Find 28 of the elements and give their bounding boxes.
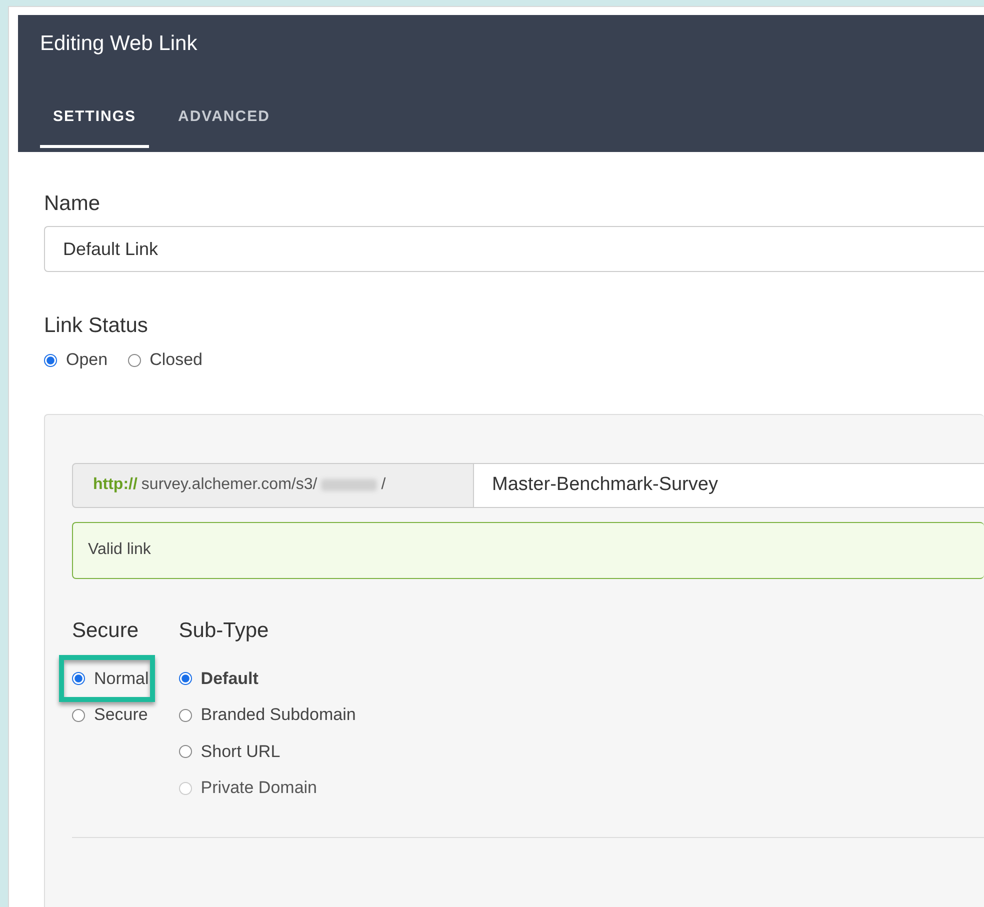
radio-button[interactable] (178, 672, 192, 685)
radio-option[interactable]: Short URL (178, 742, 280, 762)
group-label: Secure (72, 618, 140, 642)
radio-button[interactable] (44, 354, 57, 366)
radio-option[interactable]: Closed (128, 350, 203, 370)
tab[interactable]: SETTINGS (40, 94, 150, 148)
validation-message: Valid link (72, 522, 984, 578)
radio-button[interactable] (178, 745, 192, 758)
radio-option[interactable]: Open (44, 350, 108, 370)
radio-button[interactable] (178, 708, 192, 722)
radio-option[interactable]: Normal (72, 668, 149, 688)
field-label: Name (44, 192, 102, 216)
group-label: Sub-Type (178, 618, 270, 642)
url-scheme: http:// (93, 476, 138, 494)
radio-button[interactable] (72, 708, 85, 722)
radio-option[interactable]: Secure (72, 705, 148, 725)
name-field[interactable]: Default Link (44, 226, 984, 272)
radio-button[interactable] (72, 672, 85, 685)
redacted-block (321, 479, 378, 491)
field-label: Link Status (44, 314, 149, 338)
url-host: survey.alchemer.com/s3/ (141, 476, 318, 494)
radio-button[interactable] (128, 354, 141, 366)
url-suffix: / (381, 476, 386, 494)
radio-option[interactable]: Default (178, 668, 258, 688)
window-title: Editing Web Link (39, 31, 198, 57)
tab[interactable]: ADVANCED (165, 94, 283, 148)
url-slug-field[interactable]: Master-Benchmark-Survey (474, 462, 984, 508)
radio-option[interactable]: Branded Subdomain (178, 705, 356, 725)
